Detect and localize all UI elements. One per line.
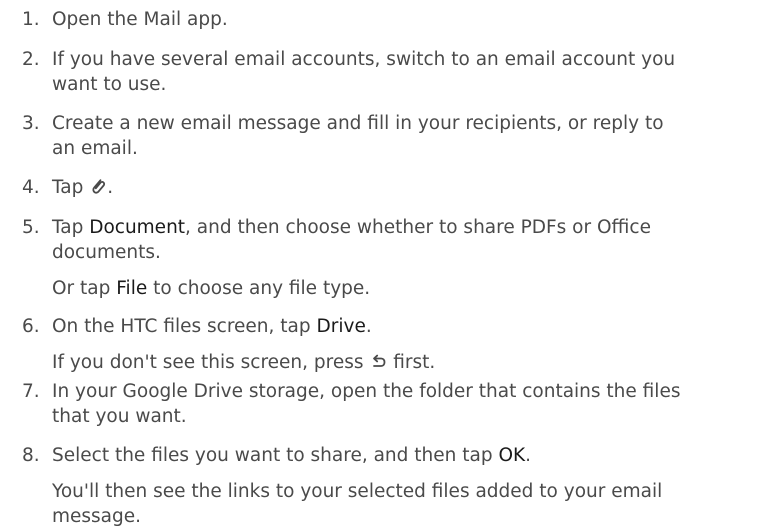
step-text: Tap .	[52, 175, 752, 200]
step-text: If you have several email accounts, swit…	[52, 47, 752, 97]
step-text-post: , and then choose whether to share PDFs …	[185, 217, 651, 238]
step-text: Open the Mail app.	[52, 7, 752, 32]
back-arrow-icon	[369, 352, 387, 372]
step-line: documents.	[52, 242, 161, 263]
step-number: 2.	[22, 49, 40, 70]
step-number: 1.	[22, 9, 40, 30]
ui-term-drive: Drive	[316, 316, 366, 337]
step-number: 8.	[22, 445, 40, 466]
step-text-post: .	[107, 177, 114, 198]
step-text: Create a new email message and fill in y…	[52, 111, 752, 161]
step-text-post: .	[525, 445, 532, 466]
step-number: 7.	[22, 381, 40, 402]
step-line: Create a new email message and fill in y…	[52, 113, 664, 134]
step-line: In your Google Drive storage, open the f…	[52, 381, 681, 402]
step-line: want to use.	[52, 74, 167, 95]
step-text-post: .	[365, 316, 372, 337]
step-number: 3.	[22, 113, 40, 134]
step-text: Tap Document, and then choose whether to…	[52, 215, 752, 301]
step-note-line: message.	[52, 506, 142, 527]
step-line: Open the Mail app.	[52, 9, 228, 30]
step-line: If you have several email accounts, swit…	[52, 49, 676, 70]
ui-term-ok: OK	[498, 445, 526, 466]
ui-term-file: File	[116, 278, 148, 299]
step-note: If you don't see this screen, press firs…	[52, 352, 436, 373]
step-note: You'll then see the links to your select…	[52, 481, 663, 502]
step-text-pre: On the HTC files screen, tap	[52, 316, 317, 337]
step-note: Or tap File to choose any file type.	[52, 278, 371, 299]
step-text: Select the files you want to share, and …	[52, 443, 752, 529]
ui-term-document: Document	[89, 217, 186, 238]
step-number: 6.	[22, 316, 40, 337]
step-line: that you want.	[52, 406, 187, 427]
step-text-pre: Tap	[52, 217, 90, 238]
paperclip-icon	[89, 177, 107, 197]
step-number: 4.	[22, 177, 40, 198]
step-text: In your Google Drive storage, open the f…	[52, 379, 752, 429]
step-text-pre: Tap	[52, 177, 90, 198]
step-text-pre: Select the files you want to share, and …	[52, 445, 499, 466]
step-number: 5.	[22, 217, 40, 238]
step-line: an email.	[52, 138, 138, 159]
step-text: On the HTC files screen, tap Drive. If y…	[52, 314, 752, 375]
